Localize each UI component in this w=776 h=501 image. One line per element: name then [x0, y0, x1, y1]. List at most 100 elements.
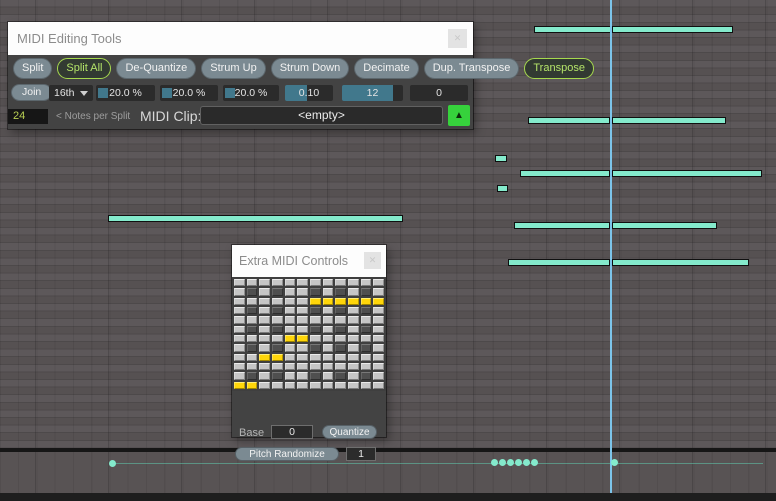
- velocity-dot[interactable]: [531, 459, 538, 466]
- grid-cell-r5-c8[interactable]: [323, 316, 334, 323]
- close-icon[interactable]: ✕: [448, 29, 467, 48]
- grid-cell-r9-c3[interactable]: [259, 354, 270, 361]
- grid-cell-r10-c6[interactable]: [297, 363, 308, 370]
- grid-cell-r1-c11[interactable]: [361, 279, 372, 286]
- grid-cell-r10-c11[interactable]: [361, 363, 372, 370]
- grid-cell-r11-c10[interactable]: [348, 372, 359, 379]
- button-de-quantize[interactable]: De-Quantize: [116, 58, 196, 79]
- grid-cell-r1-c12[interactable]: [373, 279, 384, 286]
- grid-cell-r7-c8[interactable]: [323, 335, 334, 342]
- midi-note[interactable]: [612, 170, 762, 177]
- grid-cell-r4-c10[interactable]: [348, 307, 359, 314]
- grid-cell-r10-c12[interactable]: [373, 363, 384, 370]
- grid-cell-r1-c9[interactable]: [335, 279, 346, 286]
- velocity-lane-divider[interactable]: [0, 448, 776, 452]
- grid-cell-r5-c2[interactable]: [247, 316, 258, 323]
- grid-cell-r7-c7[interactable]: [310, 335, 321, 342]
- grid-cell-r7-c9[interactable]: [335, 335, 346, 342]
- grid-cell-r9-c6[interactable]: [297, 354, 308, 361]
- grid-cell-r12-c7[interactable]: [310, 382, 321, 389]
- grid-cell-r11-c6[interactable]: [297, 372, 308, 379]
- grid-cell-r12-c5[interactable]: [285, 382, 296, 389]
- midi-note[interactable]: [612, 26, 733, 33]
- grid-cell-r6-c6[interactable]: [297, 326, 308, 333]
- grid-cell-r4-c4[interactable]: [272, 307, 283, 314]
- grid-cell-r12-c9[interactable]: [335, 382, 346, 389]
- grid-cell-r4-c5[interactable]: [285, 307, 296, 314]
- velocity-dot[interactable]: [491, 459, 498, 466]
- grid-cell-r10-c7[interactable]: [310, 363, 321, 370]
- grid-cell-r11-c1[interactable]: [234, 372, 245, 379]
- velocity-lane[interactable]: [0, 452, 776, 493]
- velocity-dot[interactable]: [499, 459, 506, 466]
- grid-cell-r11-c9[interactable]: [335, 372, 346, 379]
- midi-note[interactable]: [612, 222, 717, 229]
- button-strum-down[interactable]: Strum Down: [271, 58, 350, 79]
- midi-note[interactable]: [528, 117, 610, 124]
- midi-note[interactable]: [514, 222, 610, 229]
- grid-cell-r12-c8[interactable]: [323, 382, 334, 389]
- grid-cell-r3-c6[interactable]: [297, 298, 308, 305]
- grid-cell-r7-c12[interactable]: [373, 335, 384, 342]
- grid-cell-r11-c3[interactable]: [259, 372, 270, 379]
- grid-cell-r10-c4[interactable]: [272, 363, 283, 370]
- grid-cell-r4-c6[interactable]: [297, 307, 308, 314]
- grid-cell-r2-c3[interactable]: [259, 288, 270, 295]
- grid-cell-r6-c12[interactable]: [373, 326, 384, 333]
- grid-cell-r12-c1[interactable]: [234, 382, 245, 389]
- grid-cell-r11-c4[interactable]: [272, 372, 283, 379]
- grid-cell-r4-c11[interactable]: [361, 307, 372, 314]
- value-box-6[interactable]: 0: [410, 85, 468, 101]
- grid-cell-r10-c9[interactable]: [335, 363, 346, 370]
- value-box-2[interactable]: 20.0 %: [160, 85, 218, 101]
- grid-cell-r12-c4[interactable]: [272, 382, 283, 389]
- grid-cell-r5-c11[interactable]: [361, 316, 372, 323]
- grid-cell-r3-c7[interactable]: [310, 298, 321, 305]
- grid-cell-r10-c10[interactable]: [348, 363, 359, 370]
- velocity-dot[interactable]: [507, 459, 514, 466]
- midi-note[interactable]: [612, 117, 726, 124]
- grid-cell-r9-c2[interactable]: [247, 354, 258, 361]
- grid-cell-r9-c4[interactable]: [272, 354, 283, 361]
- grid-cell-r2-c10[interactable]: [348, 288, 359, 295]
- grid-cell-r11-c5[interactable]: [285, 372, 296, 379]
- grid-cell-r5-c1[interactable]: [234, 316, 245, 323]
- grid-cell-r2-c6[interactable]: [297, 288, 308, 295]
- grid-cell-r2-c9[interactable]: [335, 288, 346, 295]
- button-dup-transpose[interactable]: Dup. Transpose: [424, 58, 520, 79]
- grid-cell-r8-c10[interactable]: [348, 344, 359, 351]
- velocity-dot[interactable]: [515, 459, 522, 466]
- grid-cell-r10-c5[interactable]: [285, 363, 296, 370]
- grid-cell-r8-c1[interactable]: [234, 344, 245, 351]
- midi-note[interactable]: [508, 259, 610, 266]
- grid-cell-r12-c12[interactable]: [373, 382, 384, 389]
- grid-cell-r1-c2[interactable]: [247, 279, 258, 286]
- grid-cell-r5-c6[interactable]: [297, 316, 308, 323]
- grid-cell-r7-c2[interactable]: [247, 335, 258, 342]
- grid-cell-r6-c7[interactable]: [310, 326, 321, 333]
- grid-cell-r11-c7[interactable]: [310, 372, 321, 379]
- grid-cell-r5-c12[interactable]: [373, 316, 384, 323]
- grid-cell-r10-c8[interactable]: [323, 363, 334, 370]
- grid-cell-r3-c11[interactable]: [361, 298, 372, 305]
- grid-cell-r11-c2[interactable]: [247, 372, 258, 379]
- grid-cell-r5-c3[interactable]: [259, 316, 270, 323]
- grid-cell-r7-c6[interactable]: [297, 335, 308, 342]
- value-box-5[interactable]: 12: [342, 85, 403, 101]
- grid-cell-r6-c11[interactable]: [361, 326, 372, 333]
- grid-cell-r11-c8[interactable]: [323, 372, 334, 379]
- grid-cell-r7-c5[interactable]: [285, 335, 296, 342]
- grid-cell-r8-c9[interactable]: [335, 344, 346, 351]
- midi-note[interactable]: [534, 26, 611, 33]
- midi-note[interactable]: [520, 170, 610, 177]
- grid-cell-r3-c5[interactable]: [285, 298, 296, 305]
- grid-cell-r4-c3[interactable]: [259, 307, 270, 314]
- grid-cell-r9-c10[interactable]: [348, 354, 359, 361]
- grid-cell-r8-c4[interactable]: [272, 344, 283, 351]
- grid-cell-r5-c4[interactable]: [272, 316, 283, 323]
- grid-cell-r2-c4[interactable]: [272, 288, 283, 295]
- grid-cell-r6-c5[interactable]: [285, 326, 296, 333]
- value-box-3[interactable]: 20.0 %: [223, 85, 279, 101]
- grid-cell-r1-c7[interactable]: [310, 279, 321, 286]
- grid-cell-r2-c7[interactable]: [310, 288, 321, 295]
